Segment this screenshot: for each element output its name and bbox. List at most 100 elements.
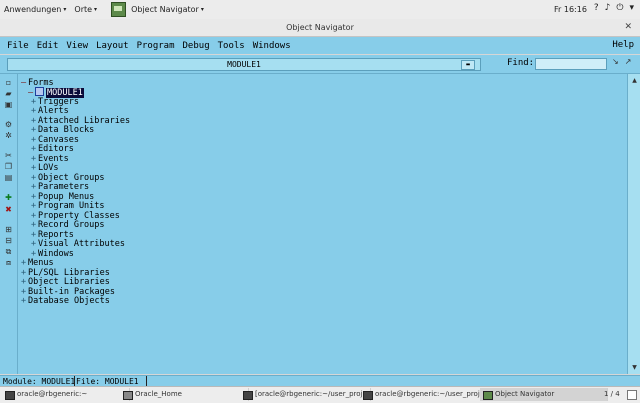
open-folder-icon[interactable]: ▰: [4, 89, 13, 98]
expand-all-icon[interactable]: ⧉: [4, 247, 13, 256]
scroll-down-icon[interactable]: ▼: [630, 364, 639, 371]
task-file-manager[interactable]: Oracle_Home: [120, 388, 249, 401]
active-app-label: Object Navigator: [131, 5, 199, 14]
menu-tools[interactable]: Tools: [214, 41, 249, 51]
task-terminal-3[interactable]: oracle@rbgeneric:~/user_proj...: [360, 388, 491, 401]
save-icon[interactable]: ▣: [4, 100, 13, 109]
tree-node-alerts[interactable]: + Alerts: [31, 106, 69, 116]
tree-node-label: Visual Attributes: [38, 239, 125, 249]
scroll-up-icon[interactable]: ▲: [630, 77, 639, 84]
tree-node-parameters[interactable]: + Parameters: [31, 182, 89, 192]
power-icon[interactable]: ⏻: [616, 3, 623, 13]
find-input[interactable]: [535, 58, 607, 70]
module-selector[interactable]: MODULE1 ▬: [7, 58, 481, 71]
collapse-all-icon[interactable]: ⧈: [4, 258, 13, 267]
task-terminal-2[interactable]: [oracle@rbgeneric:~/user_proj...: [240, 388, 371, 401]
terminal-icon: [363, 391, 373, 400]
menu-program[interactable]: Program: [133, 41, 179, 51]
tree-node-label: Parameters: [38, 182, 90, 192]
module-selector-value: MODULE1: [227, 60, 261, 69]
menu-edit[interactable]: Edit: [33, 41, 63, 51]
expand-node-icon[interactable]: +: [31, 144, 38, 154]
tree-node-label: Menus: [28, 258, 54, 268]
expand-node-icon[interactable]: +: [31, 106, 38, 116]
form-module-icon: [35, 87, 44, 96]
task-label: [oracle@rbgeneric:~/user_proj...: [255, 390, 370, 398]
desktop-top-bar: Anwendungen ▾ Orte ▾ Object Navigator ▾ …: [0, 0, 640, 20]
navigator-toolbar: MODULE1 ▬ Find: ↘ ↗: [0, 55, 640, 74]
find-previous-icon[interactable]: ↗: [625, 57, 632, 66]
tree-node-module[interactable]: – MODULE1: [28, 87, 84, 98]
expand-node-icon[interactable]: +: [21, 277, 28, 287]
collapse-node-icon[interactable]: –: [21, 78, 28, 88]
run-form-icon[interactable]: ⚙: [4, 120, 13, 129]
active-app-menu[interactable]: Object Navigator ▾: [101, 2, 208, 17]
window-list-taskbar: oracle@rbgeneric:~ Oracle_Home [oracle@r…: [0, 386, 640, 403]
tree-node-data-blocks[interactable]: + Data Blocks: [31, 125, 94, 135]
delete-icon[interactable]: ✖: [4, 205, 13, 214]
cut-icon[interactable]: ✂: [4, 151, 13, 160]
chevron-down-icon: ▾: [63, 6, 67, 13]
menu-layout[interactable]: Layout: [92, 41, 133, 51]
workspace-pager-label[interactable]: 1 / 4: [604, 390, 620, 398]
places-menu[interactable]: Orte ▾: [70, 5, 101, 14]
tree-node-label: LOVs: [38, 163, 59, 173]
tree-node-visual-attributes[interactable]: + Visual Attributes: [31, 239, 125, 249]
tree-node-label: Object Libraries: [28, 277, 110, 287]
chevron-down-icon: ▾: [94, 6, 98, 13]
tree-node-lovs[interactable]: + LOVs: [31, 163, 58, 173]
chevron-down-icon[interactable]: ▾: [629, 3, 634, 13]
expand-node-icon[interactable]: +: [21, 258, 28, 268]
terminal-icon: [5, 391, 15, 400]
find-next-icon[interactable]: ↘: [612, 57, 619, 66]
window-title-bar[interactable]: Object Navigator ✕: [0, 19, 640, 37]
volume-icon[interactable]: ♪: [605, 3, 611, 13]
new-file-icon[interactable]: ▫: [4, 78, 13, 87]
close-icon[interactable]: ✕: [624, 19, 632, 36]
applications-menu[interactable]: Anwendungen ▾: [0, 5, 70, 14]
expand-node-icon[interactable]: +: [31, 201, 38, 211]
copy-icon[interactable]: ❐: [4, 162, 13, 171]
task-terminal-1[interactable]: oracle@rbgeneric:~: [2, 388, 130, 401]
expand-node-icon[interactable]: +: [31, 239, 38, 249]
clock[interactable]: Fr 16:16: [554, 5, 587, 14]
expand-icon[interactable]: ⊞: [4, 225, 13, 234]
expand-node-icon[interactable]: +: [31, 220, 38, 230]
tree-node-label: Program Units: [38, 201, 105, 211]
task-label: Object Navigator: [495, 390, 555, 398]
collapse-icon[interactable]: ⊟: [4, 236, 13, 245]
tree-node-object-libraries[interactable]: + Object Libraries: [21, 277, 110, 287]
tree-vertical-scrollbar[interactable]: ▲ ▼: [627, 74, 640, 374]
create-icon[interactable]: ✚: [4, 193, 13, 202]
menu-file[interactable]: File: [0, 41, 33, 51]
debug-icon[interactable]: ✲: [4, 131, 13, 140]
dropdown-icon[interactable]: ▬: [461, 60, 475, 70]
tree-node-record-groups[interactable]: + Record Groups: [31, 220, 105, 230]
tree-node-program-units[interactable]: + Program Units: [31, 201, 105, 211]
task-object-navigator[interactable]: Object Navigator: [480, 388, 608, 401]
menu-debug[interactable]: Debug: [179, 41, 214, 51]
tree-node-label: Editors: [38, 144, 74, 154]
tree-node-database-objects[interactable]: + Database Objects: [21, 296, 110, 306]
paste-icon[interactable]: ▤: [4, 173, 13, 182]
expand-node-icon[interactable]: +: [31, 163, 38, 173]
expand-node-icon[interactable]: +: [31, 125, 38, 135]
expand-node-icon[interactable]: +: [31, 182, 38, 192]
help-tray-icon[interactable]: ?: [594, 3, 599, 13]
terminal-icon: [243, 391, 253, 400]
menu-view[interactable]: View: [62, 41, 92, 51]
menu-windows[interactable]: Windows: [249, 41, 295, 51]
oracle-forms-app-icon: [483, 391, 493, 400]
object-tree: – Forms – MODULE1 + Triggers + Alerts + Attac…: [18, 74, 627, 374]
tree-node-label: Alerts: [38, 106, 69, 116]
expand-node-icon[interactable]: +: [21, 296, 28, 306]
applications-menu-label: Anwendungen: [4, 5, 62, 14]
workspace-switcher-icon[interactable]: [627, 390, 637, 400]
system-tray[interactable]: ? ♪ ⏻ ▾: [594, 3, 634, 13]
menu-bar: File Edit View Layout Program Debug Tool…: [0, 37, 640, 54]
oracle-forms-app-icon: [111, 2, 127, 17]
tree-node-menus[interactable]: + Menus: [21, 258, 54, 268]
chevron-down-icon: ▾: [200, 6, 204, 13]
menu-help[interactable]: Help: [612, 40, 634, 50]
tree-node-editors[interactable]: + Editors: [31, 144, 74, 154]
